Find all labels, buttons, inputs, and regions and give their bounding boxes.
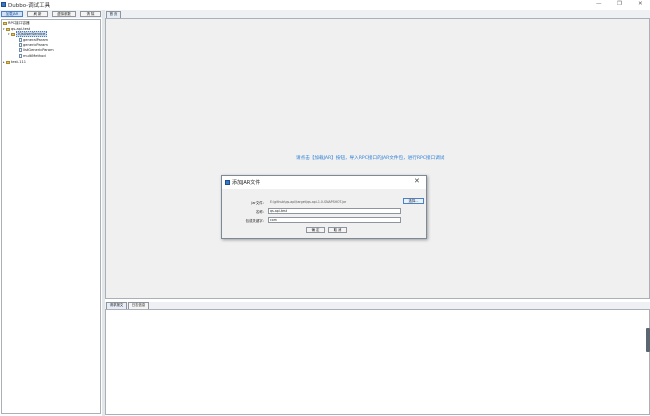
main-panel: 请点击【加载JAR】按钮，导入RPC接口的JAR文件包，进行RPC接口调试 xyxy=(105,18,650,299)
tree-root[interactable]: RPC接口容器 xyxy=(3,21,30,26)
tree-item-method[interactable]: listGenericParam xyxy=(19,48,54,53)
refresh-button[interactable]: 刷 新 xyxy=(27,11,48,17)
minimize-button[interactable]: — xyxy=(596,1,602,7)
tree-item-service[interactable]: ▾ IQsUserService xyxy=(8,31,48,37)
tab-log[interactable]: 日志信息 xyxy=(128,302,149,309)
close-button[interactable]: ✕ xyxy=(638,1,643,7)
package-input[interactable]: com xyxy=(268,217,401,223)
folder-icon xyxy=(6,27,10,31)
file-icon xyxy=(19,48,22,52)
cancel-button[interactable]: 取 消 xyxy=(328,227,347,233)
file-icon xyxy=(19,43,22,47)
virtual-params-button[interactable]: 虚拟参数 xyxy=(52,11,76,17)
load-jar-button[interactable]: 加载JAR xyxy=(1,11,23,17)
jar-file-label: Jar文件： xyxy=(251,201,266,205)
window-titlebar: Dubbo-调试工具 — ❐ ✕ xyxy=(0,0,650,9)
dialog-close-icon[interactable]: ✕ xyxy=(414,177,420,185)
name-label: 名称： xyxy=(255,210,266,214)
scrollbar-thumb[interactable] xyxy=(646,328,650,352)
maximize-button[interactable]: ❐ xyxy=(617,1,622,7)
folder-icon xyxy=(11,32,15,36)
dialog-titlebar: 添加JAR文件 ✕ xyxy=(222,176,426,189)
tab-home[interactable]: 首 页 xyxy=(106,11,121,18)
tree-item-method[interactable]: multiMethod xyxy=(19,54,46,59)
main-tabbar: 首 页 xyxy=(105,10,650,18)
tab-request[interactable]: 请求报文 xyxy=(106,302,127,309)
bottom-tabbar: 请求报文 日志信息 xyxy=(105,302,650,309)
add-jar-dialog: 添加JAR文件 ✕ Jar文件： E:\github\qs-api\target… xyxy=(221,175,427,239)
jar-file-path: E:\github\qs-api\target\qs-api-1.0-SNAPS… xyxy=(268,199,400,205)
import-hint-text: 请点击【加载JAR】按钮，导入RPC接口的JAR文件包，进行RPC接口调试 xyxy=(296,156,445,161)
app-icon xyxy=(1,2,6,7)
toolbar: 加载JAR 刷 新 虚拟参数 清 除 xyxy=(0,10,104,18)
clear-button[interactable]: 清 除 xyxy=(80,11,101,17)
folder-icon xyxy=(3,21,7,25)
name-input[interactable]: qs-api-test xyxy=(268,208,401,214)
window-title: Dubbo-调试工具 xyxy=(8,3,51,9)
request-panel[interactable] xyxy=(105,309,650,415)
tree-item-test-111[interactable]: ▸ test-111 xyxy=(3,60,26,65)
ok-button[interactable]: 确 定 xyxy=(306,227,325,233)
file-icon xyxy=(19,54,22,58)
package-label: 包或关键字： xyxy=(245,219,266,223)
interface-tree[interactable]: RPC接口容器 ▾ qs-api-test ▾ IQsUserService gen… xyxy=(1,19,101,414)
dialog-app-icon xyxy=(225,180,230,185)
dialog-title: 添加JAR文件 xyxy=(232,180,261,186)
browse-button[interactable]: 选择... xyxy=(403,198,424,204)
folder-icon xyxy=(6,60,10,64)
file-icon xyxy=(19,38,22,42)
